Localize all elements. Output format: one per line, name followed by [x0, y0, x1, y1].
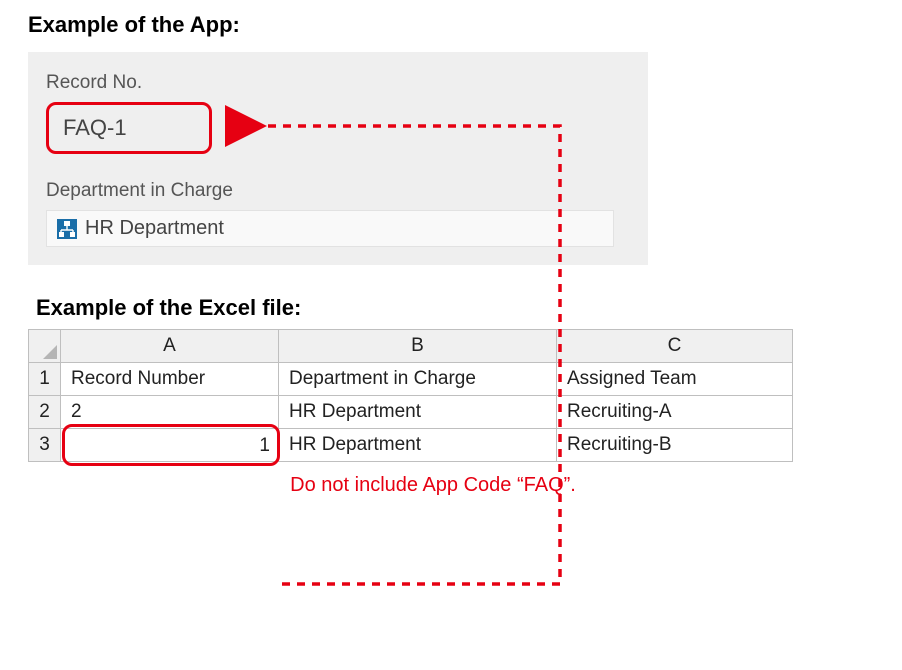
select-all-corner[interactable] [29, 330, 61, 363]
dept-value-row: HR Department [46, 210, 614, 247]
cell-b1[interactable]: Department in Charge [279, 363, 557, 396]
app-example-title: Example of the App: [28, 12, 874, 38]
col-header-a[interactable]: A [61, 330, 279, 363]
table-row: 3 1 HR Department Recruiting-B [29, 429, 793, 462]
cell-a3-highlight [62, 424, 280, 466]
dept-in-charge-label: Department in Charge [46, 180, 630, 202]
org-chart-icon [57, 219, 77, 239]
dept-value: HR Department [85, 217, 224, 240]
annotation-footnote: Do not include App Code “FAQ”. [198, 474, 668, 497]
col-header-c[interactable]: C [557, 330, 793, 363]
excel-example-title: Example of the Excel file: [36, 295, 874, 321]
row-header-2[interactable]: 2 [29, 396, 61, 429]
cell-a1[interactable]: Record Number [61, 363, 279, 396]
cell-a3-value: 1 [259, 435, 270, 457]
record-no-value-highlight: FAQ-1 [46, 102, 212, 154]
cell-c1[interactable]: Assigned Team [557, 363, 793, 396]
cell-c2[interactable]: Recruiting-A [557, 396, 793, 429]
column-header-row: A B C [29, 330, 793, 363]
cell-b3[interactable]: HR Department [279, 429, 557, 462]
col-header-b[interactable]: B [279, 330, 557, 363]
cell-a3[interactable]: 1 [61, 429, 279, 462]
row-header-3[interactable]: 3 [29, 429, 61, 462]
cell-c3[interactable]: Recruiting-B [557, 429, 793, 462]
table-row: 1 Record Number Department in Charge Ass… [29, 363, 793, 396]
spreadsheet-grid: A B C 1 Record Number Department in Char… [28, 329, 793, 462]
cell-b2[interactable]: HR Department [279, 396, 557, 429]
cell-a2[interactable]: 2 [61, 396, 279, 429]
table-row: 2 2 HR Department Recruiting-A [29, 396, 793, 429]
record-no-label: Record No. [46, 72, 630, 94]
app-form-panel: Record No. FAQ-1 Department in Charge HR… [28, 52, 648, 265]
row-header-1[interactable]: 1 [29, 363, 61, 396]
record-no-value: FAQ-1 [63, 115, 127, 140]
